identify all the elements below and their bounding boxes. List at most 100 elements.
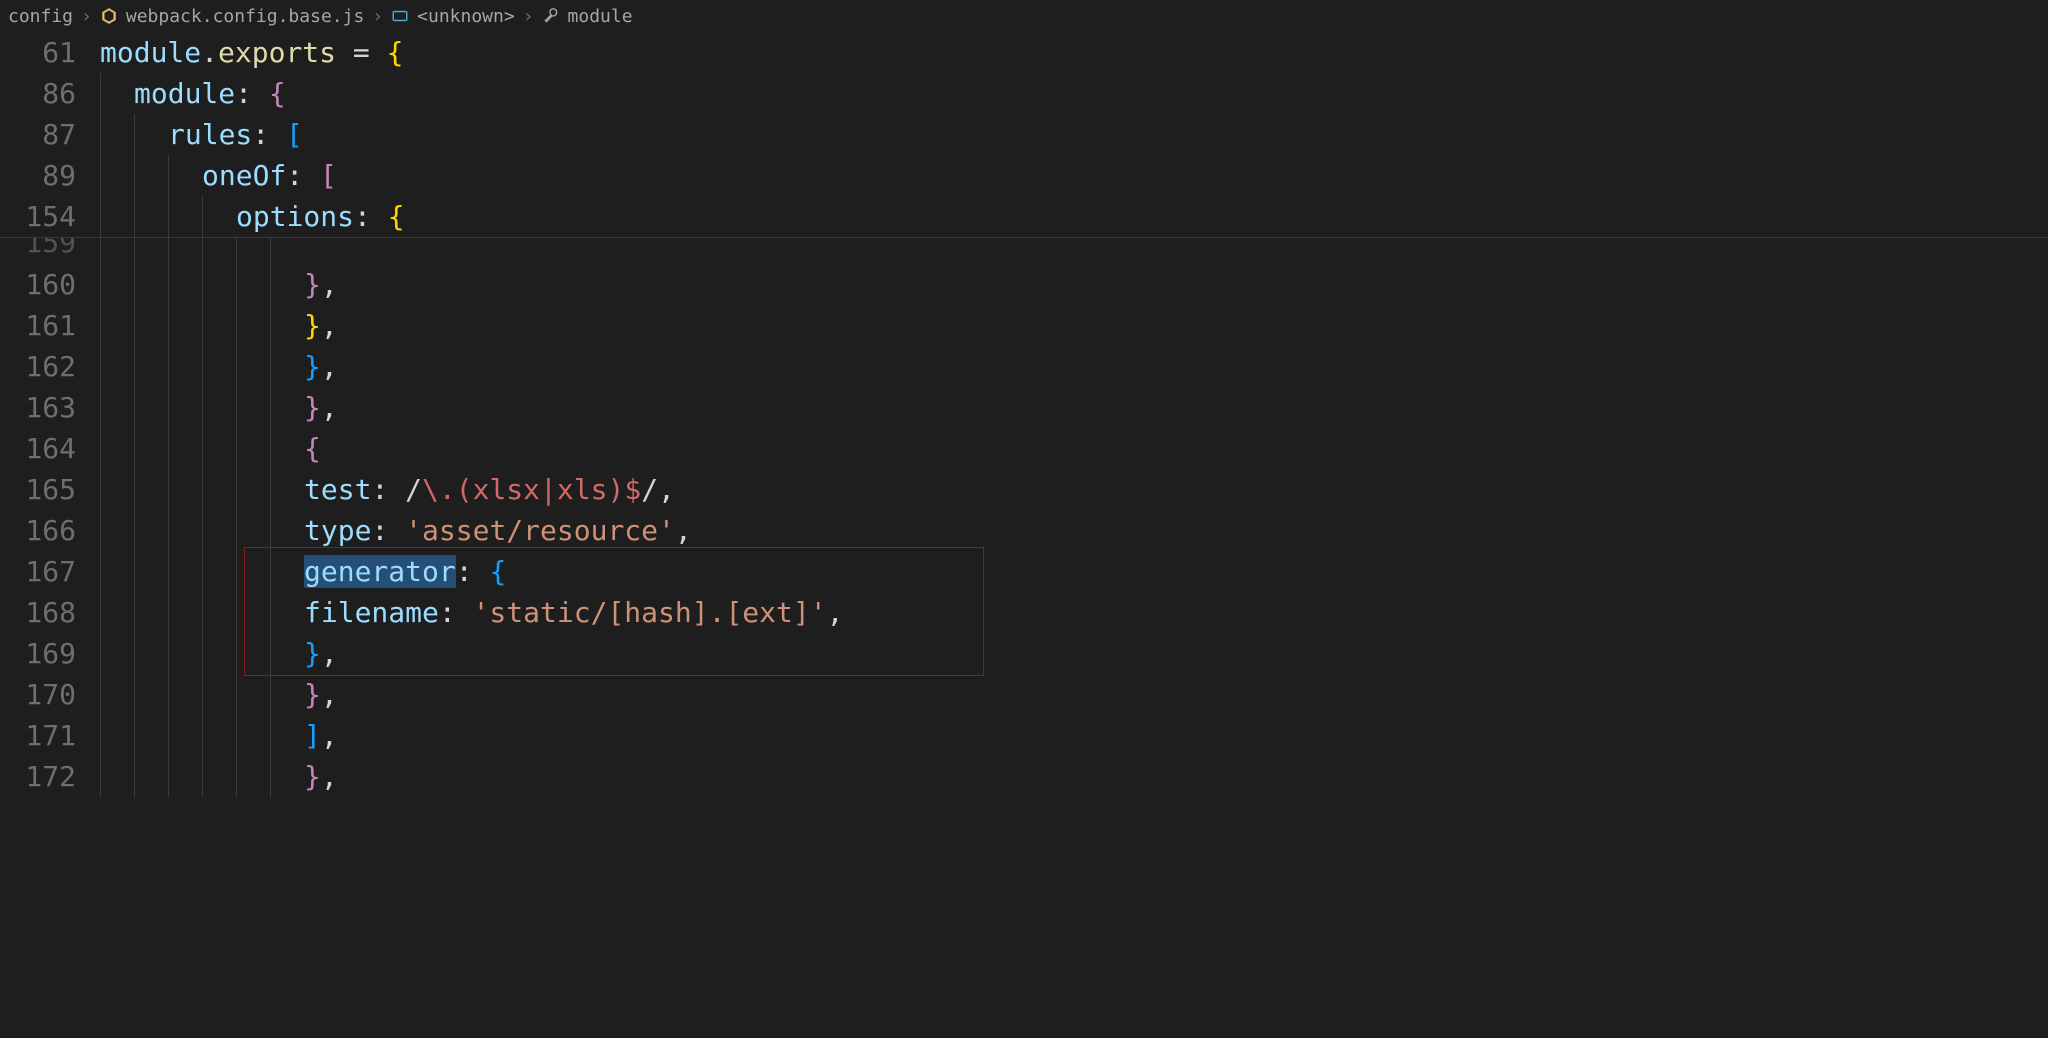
indent-guides xyxy=(100,305,304,346)
code-content: }, xyxy=(304,264,338,305)
code-line[interactable]: 163}, xyxy=(0,387,2048,428)
line-number: 154 xyxy=(0,196,100,237)
token: , xyxy=(321,760,338,793)
token: 'static/[hash].[ext]' xyxy=(473,596,827,629)
chevron-right-icon: › xyxy=(81,6,92,27)
token: , xyxy=(557,238,574,241)
token xyxy=(388,473,405,506)
line-number: 86 xyxy=(0,73,100,114)
indent-guides xyxy=(100,633,304,674)
token xyxy=(388,514,405,547)
token: / xyxy=(641,473,658,506)
code-line[interactable]: 87 rules: [ xyxy=(0,114,2048,155)
indent-guides xyxy=(100,346,304,387)
code-content: }, xyxy=(304,756,338,797)
variable-icon xyxy=(391,7,409,25)
token: = xyxy=(353,36,370,69)
code-content: }, xyxy=(304,387,338,428)
token: , xyxy=(675,514,692,547)
line-number: 89 xyxy=(0,155,100,196)
code-line[interactable]: 86 module: { xyxy=(0,73,2048,114)
indent-guides xyxy=(100,264,304,305)
token: exports xyxy=(218,36,336,69)
breadcrumb-item[interactable]: config xyxy=(8,6,73,27)
code-line[interactable]: 171], xyxy=(0,715,2048,756)
token: : xyxy=(456,555,473,588)
token: { xyxy=(489,555,506,588)
code-line[interactable]: 165test: /\.(xlsx|xls)$/, xyxy=(0,469,2048,510)
token xyxy=(370,36,387,69)
token: } xyxy=(304,309,321,342)
breadcrumb-item[interactable]: <unknown> xyxy=(391,6,515,27)
token: [ xyxy=(286,118,303,151)
editor-body[interactable]: 159 maxSize: 8192,160},161},162},163},16… xyxy=(0,238,2048,797)
breadcrumb-label: module xyxy=(568,6,633,27)
code-content: module: { xyxy=(134,73,286,114)
token: | xyxy=(540,473,557,506)
code-line[interactable]: 154 options: { xyxy=(0,196,2048,237)
code-content: oneOf: [ xyxy=(202,155,337,196)
code-content: }, xyxy=(304,674,338,715)
code-line[interactable]: 159 maxSize: 8192, xyxy=(0,238,2048,264)
token: { xyxy=(387,36,404,69)
token: : xyxy=(371,514,388,547)
token: maxSize xyxy=(338,238,456,241)
token: } xyxy=(304,760,321,793)
code-line[interactable]: 164{ xyxy=(0,428,2048,469)
line-number: 169 xyxy=(0,633,100,674)
code-content: options: { xyxy=(236,196,405,237)
code-line[interactable]: 161}, xyxy=(0,305,2048,346)
indent-guides xyxy=(100,469,304,510)
token: } xyxy=(304,350,321,383)
line-number: 164 xyxy=(0,428,100,469)
line-number: 172 xyxy=(0,756,100,797)
token: , xyxy=(321,309,338,342)
token: xlsx xyxy=(473,473,540,506)
indent-guides xyxy=(100,551,304,592)
line-number: 168 xyxy=(0,592,100,633)
code-line[interactable]: 172}, xyxy=(0,756,2048,797)
breadcrumb-label: config xyxy=(8,6,73,27)
token xyxy=(456,596,473,629)
indent-guides xyxy=(100,114,168,155)
token: : xyxy=(371,473,388,506)
breadcrumb-item[interactable]: module xyxy=(542,6,633,27)
token xyxy=(303,159,320,192)
code-line[interactable]: 61module.exports = { xyxy=(0,32,2048,73)
sticky-scroll-header[interactable]: 61module.exports = {86 module: { 87 rules: … xyxy=(0,32,2048,238)
token: module xyxy=(100,36,201,69)
code-line[interactable]: 89 oneOf: [ xyxy=(0,155,2048,196)
token: filename xyxy=(304,596,439,629)
code-line[interactable]: 167generator: { xyxy=(0,551,2048,592)
line-number: 163 xyxy=(0,387,100,428)
token: oneOf xyxy=(202,159,286,192)
indent-guides xyxy=(100,155,202,196)
code-line[interactable]: 162}, xyxy=(0,346,2048,387)
code-line[interactable]: 166type: 'asset/resource', xyxy=(0,510,2048,551)
line-number: 165 xyxy=(0,469,100,510)
code-editor[interactable]: 61module.exports = {86module: {87rules: … xyxy=(0,32,2048,1038)
indent-guides xyxy=(100,428,304,469)
indent-guides xyxy=(100,510,304,551)
code-line[interactable]: 169}, xyxy=(0,633,2048,674)
token: } xyxy=(304,637,321,670)
code-line[interactable]: 170}, xyxy=(0,674,2048,715)
code-content: generator: { xyxy=(304,551,506,592)
token: } xyxy=(304,391,321,424)
token: , xyxy=(321,637,338,670)
code-line[interactable]: 160}, xyxy=(0,264,2048,305)
indent-guides xyxy=(100,238,304,264)
breadcrumb-item[interactable]: webpack.config.base.js xyxy=(100,6,364,27)
token xyxy=(473,238,490,241)
indent-guides xyxy=(100,756,304,797)
code-content: }, xyxy=(304,346,338,387)
breadcrumb-label: <unknown> xyxy=(417,6,515,27)
line-number: 87 xyxy=(0,114,100,155)
code-content: rules: [ xyxy=(168,114,303,155)
token: , xyxy=(827,596,844,629)
token: 8192 xyxy=(489,238,556,241)
token: , xyxy=(658,473,675,506)
indent-guides xyxy=(100,592,304,633)
line-number: 166 xyxy=(0,510,100,551)
code-line[interactable]: 168filename: 'static/[hash].[ext]', xyxy=(0,592,2048,633)
